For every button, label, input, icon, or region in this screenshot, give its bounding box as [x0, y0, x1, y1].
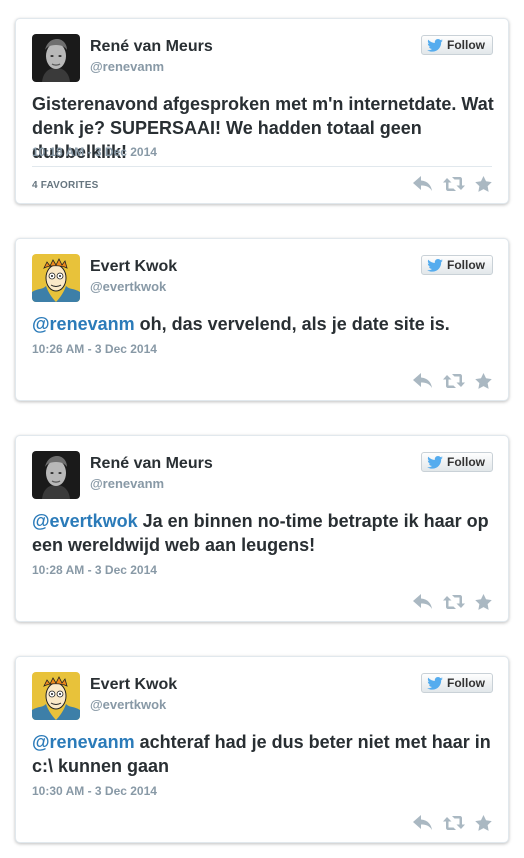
tweet-card: René van Meurs @renevanm Follow @evertkw…	[15, 435, 509, 622]
mention-link[interactable]: @evertkwok	[32, 511, 138, 531]
tweet-timestamp[interactable]: 10:18 AM - 3 Dec 2014	[32, 145, 157, 159]
author-name[interactable]: Evert Kwok	[90, 676, 177, 694]
tweet-card: Evert Kwok @evertkwok Follow @renevanm o…	[15, 238, 509, 401]
tweet-actions	[413, 815, 492, 831]
avatar[interactable]	[32, 672, 80, 720]
follow-label: Follow	[447, 676, 485, 690]
cartoon-avatar-icon	[32, 254, 80, 302]
follow-button[interactable]: Follow	[421, 452, 493, 472]
reply-icon[interactable]	[413, 373, 433, 389]
mention-link[interactable]: @renevanm	[32, 314, 135, 334]
tweet-body: oh, das vervelend, als je date site is.	[134, 314, 450, 334]
follow-button[interactable]: Follow	[421, 673, 493, 693]
author-name[interactable]: René van Meurs	[90, 38, 213, 56]
author-handle[interactable]: @evertkwok	[90, 279, 166, 294]
author-name[interactable]: Evert Kwok	[90, 258, 177, 276]
follow-label: Follow	[447, 258, 485, 272]
photo-avatar-icon	[32, 34, 80, 82]
favorite-star-icon[interactable]	[475, 373, 492, 389]
tweet-card: Evert Kwok @evertkwok Follow @renevanm a…	[15, 656, 509, 843]
cartoon-avatar-icon	[32, 672, 80, 720]
tweet-timestamp[interactable]: 10:26 AM - 3 Dec 2014	[32, 342, 157, 356]
follow-label: Follow	[447, 455, 485, 469]
retweet-icon[interactable]	[443, 815, 465, 831]
twitter-bird-icon	[427, 259, 443, 272]
tweet-actions	[413, 373, 492, 389]
avatar[interactable]	[32, 34, 80, 82]
mention-link[interactable]: @renevanm	[32, 732, 135, 752]
follow-button[interactable]: Follow	[421, 255, 493, 275]
tweet-card: René van Meurs @renevanm Follow Gisteren…	[15, 18, 509, 204]
author-name[interactable]: René van Meurs	[90, 455, 213, 473]
avatar[interactable]	[32, 451, 80, 499]
avatar[interactable]	[32, 254, 80, 302]
favorite-star-icon[interactable]	[475, 594, 492, 610]
author-handle[interactable]: @renevanm	[90, 476, 164, 491]
photo-avatar-icon	[32, 451, 80, 499]
follow-button[interactable]: Follow	[421, 35, 493, 55]
tweet-actions	[413, 594, 492, 610]
twitter-bird-icon	[427, 456, 443, 469]
favorites-count[interactable]: 4 FAVORITES	[32, 180, 98, 191]
tweet-timestamp[interactable]: 10:28 AM - 3 Dec 2014	[32, 563, 157, 577]
tweet-actions	[413, 176, 492, 192]
retweet-icon[interactable]	[443, 594, 465, 610]
follow-label: Follow	[447, 38, 485, 52]
divider	[32, 166, 492, 167]
favorite-star-icon[interactable]	[475, 176, 492, 192]
author-handle[interactable]: @renevanm	[90, 59, 164, 74]
tweet-timestamp[interactable]: 10:30 AM - 3 Dec 2014	[32, 784, 157, 798]
retweet-icon[interactable]	[443, 373, 465, 389]
reply-icon[interactable]	[413, 176, 433, 192]
reply-icon[interactable]	[413, 815, 433, 831]
reply-icon[interactable]	[413, 594, 433, 610]
retweet-icon[interactable]	[443, 176, 465, 192]
tweet-text: @evertkwok Ja en binnen no-time betrapte…	[32, 509, 494, 557]
tweet-text: @renevanm oh, das vervelend, als je date…	[32, 312, 494, 336]
twitter-bird-icon	[427, 677, 443, 690]
twitter-bird-icon	[427, 39, 443, 52]
author-handle[interactable]: @evertkwok	[90, 697, 166, 712]
tweet-text: @renevanm achteraf had je dus beter niet…	[32, 730, 494, 778]
favorite-star-icon[interactable]	[475, 815, 492, 831]
